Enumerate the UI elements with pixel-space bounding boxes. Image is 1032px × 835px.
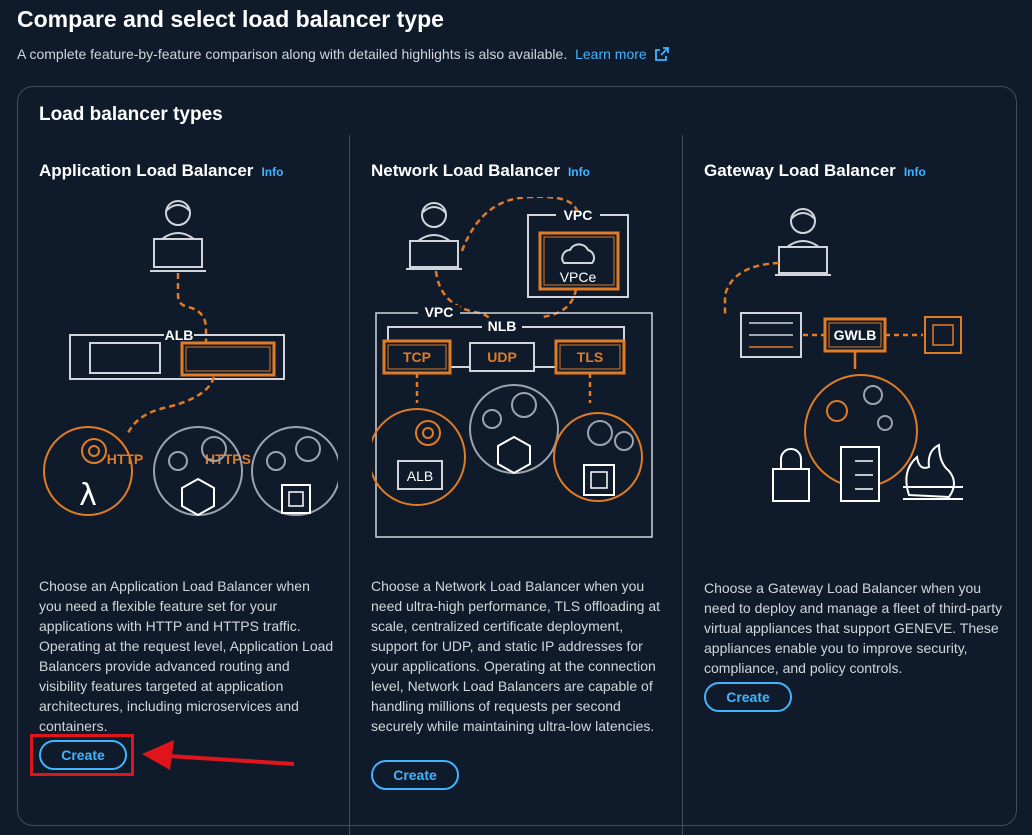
- gwlb-title: Gateway Load Balancer Info: [704, 161, 926, 181]
- https-label: HTTPS: [205, 451, 251, 467]
- tcp-label: TCP: [403, 349, 431, 365]
- column-divider: [682, 135, 683, 835]
- alb-info-link[interactable]: Info: [261, 165, 283, 179]
- nlb-title: Network Load Balancer Info: [371, 161, 590, 181]
- alb-diagram: ALB HTTP HTTPS λ: [43, 200, 338, 517]
- nlb-diagram: VPC VPCe VPC NLB TCP UDP TLS ALB: [372, 197, 653, 538]
- learn-more-link[interactable]: Learn more: [575, 46, 647, 62]
- nlb-title-text: Network Load Balancer: [371, 161, 560, 180]
- gwlb-title-text: Gateway Load Balancer: [704, 161, 896, 180]
- alb-title-text: Application Load Balancer: [39, 161, 254, 180]
- gwlb-description: Choose a Gateway Load Balancer when you …: [704, 580, 1003, 676]
- nlb-group-label: NLB: [488, 318, 517, 334]
- nlb-info-link[interactable]: Info: [568, 165, 590, 179]
- gwlb-diagram: GWLB: [723, 208, 963, 502]
- subtitle-text: A complete feature-by-feature comparison…: [17, 46, 568, 62]
- page-subtitle: A complete feature-by-feature comparison…: [17, 46, 669, 62]
- panel-title: Load balancer types: [39, 104, 223, 125]
- tls-label: TLS: [577, 349, 603, 365]
- checklist-icon: [840, 446, 880, 502]
- page-title: Compare and select load balancer type: [17, 6, 444, 32]
- alb-target-label: ALB: [407, 468, 433, 484]
- vpce-label: VPCe: [560, 269, 597, 285]
- udp-label: UDP: [487, 349, 517, 365]
- user-laptop-icon: [406, 202, 462, 270]
- nlb-create-button[interactable]: Create: [371, 760, 459, 790]
- column-divider: [349, 135, 350, 835]
- annotation-highlight-box: [30, 734, 134, 776]
- external-link-icon[interactable]: [654, 47, 669, 61]
- alb-description: Choose an Application Load Balancer when…: [39, 578, 334, 734]
- vpc-label: VPC: [425, 304, 454, 320]
- nlb-description: Choose a Network Load Balancer when you …: [371, 578, 661, 734]
- http-label: HTTP: [107, 451, 144, 467]
- vpc-top-label: VPC: [564, 207, 593, 223]
- alb-title: Application Load Balancer Info: [39, 161, 283, 181]
- lock-icon: [772, 468, 810, 502]
- alb-group-label: ALB: [165, 327, 194, 343]
- svg-text:λ: λ: [79, 478, 97, 513]
- gwlb-info-link[interactable]: Info: [904, 165, 926, 179]
- user-laptop-icon: [150, 200, 206, 272]
- user-laptop-icon: [775, 208, 831, 276]
- load-balancer-types-panel: Load balancer types Application Load Bal…: [17, 86, 1017, 835]
- gwlb-label: GWLB: [834, 327, 877, 343]
- annotation-arrow-icon: [142, 740, 295, 770]
- gwlb-create-button[interactable]: Create: [704, 682, 792, 712]
- chip-icon: [924, 316, 962, 354]
